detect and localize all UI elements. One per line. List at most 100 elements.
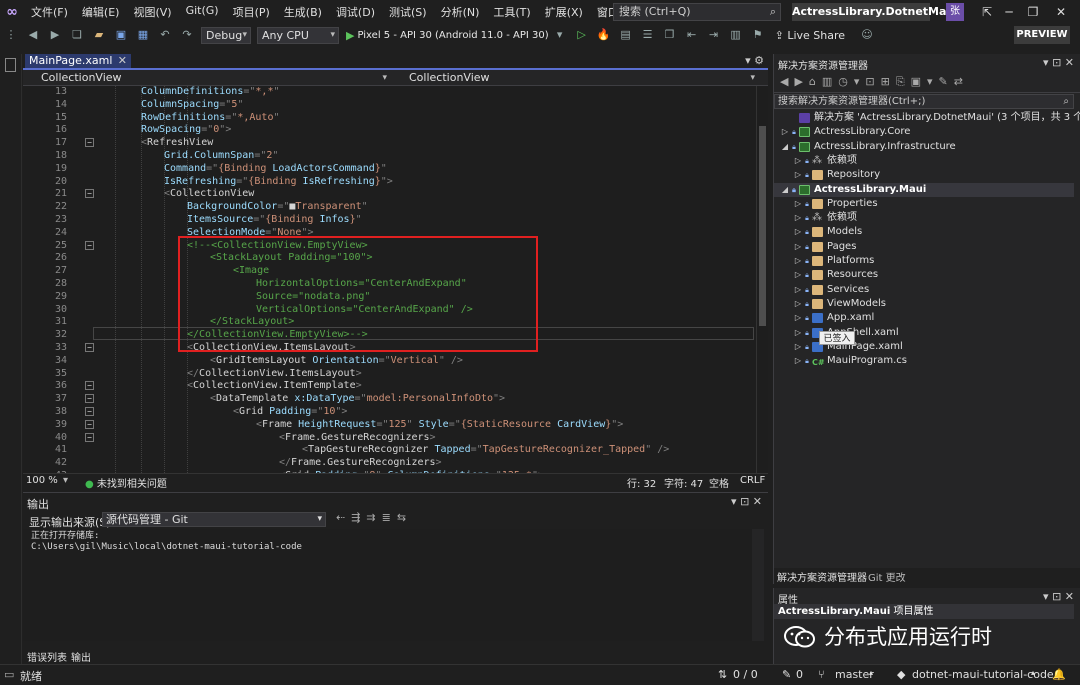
- scrollbar-thumb[interactable]: [759, 126, 766, 326]
- comment-icon[interactable]: ▥: [728, 27, 744, 43]
- panel-window-controls[interactable]: ▾ ⊡ ✕: [1043, 56, 1074, 69]
- properties-object-selector[interactable]: ActressLibrary.Maui 项目属性: [774, 604, 1074, 619]
- menu-item[interactable]: 分析(N): [434, 4, 487, 20]
- toolbar-tool-icon[interactable]: ⇤: [684, 27, 700, 43]
- pin-icon[interactable]: ⇱: [978, 3, 996, 21]
- tree-item[interactable]: ▷ 🔒︎ ⁂ 依赖项: [774, 211, 1074, 225]
- fold-toggle-icon[interactable]: −: [85, 138, 94, 148]
- panel-window-controls[interactable]: ▾ ⊡ ✕: [1043, 590, 1074, 603]
- live-share-button[interactable]: ⇪ Live Share: [775, 29, 845, 42]
- sync-count[interactable]: 0 / 0: [733, 668, 758, 681]
- toolbar-tool-icon[interactable]: ▤: [618, 27, 634, 43]
- code-editor[interactable]: 13 ColumnDefinitions="*,*" 14 ColumnSpacing…: [23, 86, 756, 473]
- platform-dropdown[interactable]: Any CPU ▾: [257, 26, 339, 44]
- tree-item[interactable]: ▷ 🔒︎ Pages: [774, 240, 1074, 254]
- editor-scrollbar[interactable]: [756, 86, 768, 473]
- menu-item[interactable]: 测试(S): [382, 4, 434, 20]
- whitespace-mode[interactable]: 空格: [709, 475, 729, 490]
- close-window-button[interactable]: ✕: [1052, 3, 1070, 21]
- configuration-dropdown[interactable]: Debug ▾: [201, 26, 251, 44]
- menu-item[interactable]: 文件(F): [24, 4, 75, 20]
- fold-toggle-icon[interactable]: −: [85, 189, 94, 199]
- tab-mainpage-xaml[interactable]: MainPage.xaml ✕: [25, 54, 131, 68]
- feedback-icon[interactable]: ☺: [859, 27, 875, 43]
- menu-item[interactable]: 生成(B): [277, 4, 329, 20]
- output-toolbar-icons[interactable]: ⇠⇶⇉≣⇆: [336, 511, 412, 524]
- solution-name-badge[interactable]: ActressLibrary.DotnetMaui: [792, 3, 958, 21]
- tree-item[interactable]: ▷ 🔒︎ Models: [774, 225, 1074, 239]
- close-icon[interactable]: ✕: [118, 54, 127, 68]
- panel-window-controls[interactable]: ▾ ⊡ ✕: [731, 495, 762, 508]
- fold-toggle-icon[interactable]: −: [85, 432, 94, 442]
- menu-item[interactable]: 项目(P): [226, 4, 277, 20]
- zoom-level[interactable]: 100 %: [26, 475, 58, 486]
- toolbar-tool-icon[interactable]: ⇥: [706, 27, 722, 43]
- menu-item[interactable]: 视图(V): [126, 4, 178, 20]
- menu-item[interactable]: 工具(T): [486, 4, 537, 20]
- tree-item[interactable]: ▷ 🔒︎ C# MauiProgram.cs: [774, 354, 1074, 368]
- forward-icon[interactable]: ▶: [47, 27, 63, 43]
- run-icon[interactable]: ▶: [346, 29, 354, 42]
- toolbox-icon[interactable]: [5, 58, 16, 72]
- zoom-chevron-icon[interactable]: ▾: [63, 475, 68, 486]
- global-search-box[interactable]: 搜索 (Ctrl+Q) ⌕: [613, 3, 781, 21]
- tree-item[interactable]: ▷ 🔒︎ Platforms: [774, 254, 1074, 268]
- run-target-chevron-icon[interactable]: ▾: [552, 27, 568, 43]
- tree-item[interactable]: ▷ 🔒︎ ViewModels: [774, 297, 1074, 311]
- tree-item[interactable]: ◢ 🔒︎ ActressLibrary.Infrastructure: [774, 140, 1074, 154]
- line-ending[interactable]: CRLF: [740, 475, 765, 486]
- tree-item[interactable]: ▷ 🔒︎ App.xaml: [774, 311, 1074, 325]
- tab-git-changes[interactable]: Git 更改: [868, 569, 906, 584]
- fold-toggle-icon[interactable]: −: [85, 407, 94, 416]
- tree-item[interactable]: ▷ 🔒︎ Resources: [774, 268, 1074, 282]
- undo-icon[interactable]: ↶: [157, 27, 173, 43]
- back-icon[interactable]: ◀: [25, 27, 41, 43]
- fold-toggle-icon[interactable]: −: [85, 343, 94, 352]
- fold-toggle-icon[interactable]: −: [85, 240, 94, 250]
- run-target[interactable]: Pixel 5 - API 30 (Android 11.0 - API 30): [357, 30, 548, 41]
- save-all-icon[interactable]: ▦: [135, 27, 151, 43]
- menu-item[interactable]: 调试(D): [329, 4, 382, 20]
- toolbar-tool-icon[interactable]: ❐: [662, 27, 678, 43]
- tab-error-list[interactable]: 错误列表: [27, 649, 67, 664]
- bookmark-icon[interactable]: ⚑: [750, 27, 766, 43]
- notifications-icon[interactable]: 🔔: [1052, 668, 1066, 681]
- redo-icon[interactable]: ↷: [179, 27, 195, 43]
- hot-reload-icon[interactable]: 🔥: [596, 27, 612, 43]
- output-source-dropdown[interactable]: 源代码管理 - Git ▾: [102, 512, 326, 527]
- solution-explorer-toolbar-icons[interactable]: ◀▶⌂▥◷▾⊡⊞⎘▣▾✎⇄: [780, 75, 969, 89]
- output-scrollbar[interactable]: [752, 529, 764, 641]
- branch-name[interactable]: master: [835, 668, 874, 681]
- tree-item[interactable]: ▷ 🔒︎ ⁂ 依赖项: [774, 154, 1074, 168]
- member-navigation-dropdown[interactable]: CollectionView ▾: [393, 71, 757, 85]
- tree-item[interactable]: ▷ 🔒︎ Services: [774, 283, 1074, 297]
- user-avatar[interactable]: 张: [946, 3, 964, 21]
- toolbar-tool-icon[interactable]: ☰: [640, 27, 656, 43]
- xaml-file-icon: [812, 313, 823, 324]
- issues-indicator[interactable]: ● 未找到相关问题: [85, 475, 167, 490]
- tree-item[interactable]: ▷ 🔒︎ Properties: [774, 197, 1074, 211]
- open-folder-icon[interactable]: ▰: [91, 27, 107, 43]
- maximize-button[interactable]: ❐: [1024, 3, 1042, 21]
- start-without-debug-icon[interactable]: ▷: [574, 27, 590, 43]
- fold-toggle-icon[interactable]: −: [85, 419, 94, 429]
- tree-item[interactable]: 解决方案 'ActressLibrary.DotnetMaui' (3 个项目，…: [774, 111, 1080, 125]
- tree-item[interactable]: ▷ 🔒︎ ActressLibrary.Core: [774, 125, 1074, 139]
- new-project-icon[interactable]: ❏: [69, 27, 85, 43]
- solution-explorer-search[interactable]: 搜索解决方案资源管理器(Ctrl+;) ⌕: [774, 94, 1074, 109]
- output-text[interactable]: 正在打开存储库: C:\Users\gil\Music\local\dotnet…: [23, 529, 752, 641]
- menu-item[interactable]: 扩展(X): [538, 4, 590, 20]
- type-navigation-dropdown[interactable]: CollectionView ▾: [25, 71, 389, 85]
- menu-item[interactable]: Git(G): [179, 4, 226, 20]
- menu-item[interactable]: 编辑(E): [75, 4, 127, 20]
- pending-changes-count[interactable]: 0: [796, 668, 803, 681]
- tree-item[interactable]: ◢ 🔒︎ ActressLibrary.Maui: [774, 182, 1074, 197]
- fold-toggle-icon[interactable]: −: [85, 381, 94, 391]
- minimize-button[interactable]: ─: [1000, 3, 1018, 21]
- fold-toggle-icon[interactable]: −: [85, 394, 94, 404]
- save-icon[interactable]: ▣: [113, 27, 129, 43]
- tree-item[interactable]: ▷ 🔒︎ Repository: [774, 168, 1074, 182]
- tab-solution-explorer[interactable]: 解决方案资源管理器: [777, 569, 867, 584]
- preview-button[interactable]: PREVIEW: [1014, 26, 1070, 44]
- tab-options-icon[interactable]: ▾ ⚙: [745, 54, 764, 67]
